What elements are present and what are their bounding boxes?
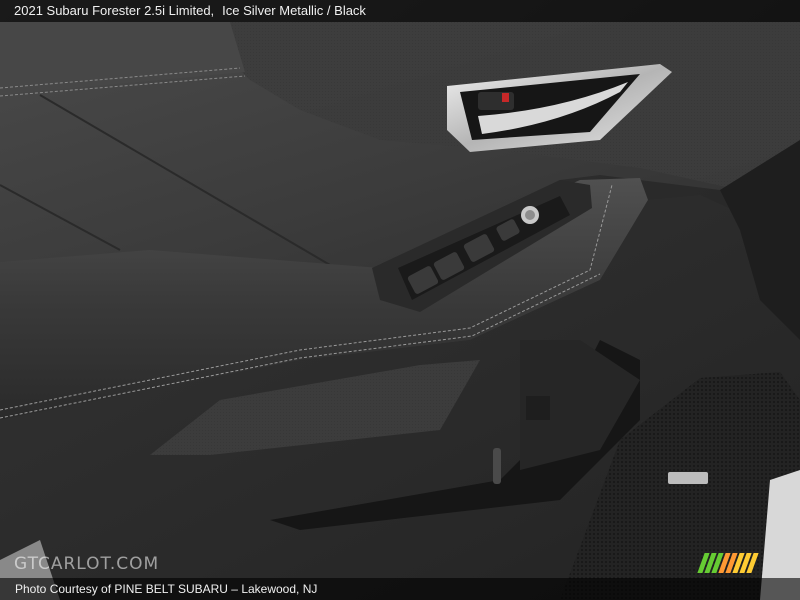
photo-credit: Photo Courtesy of PINE BELT SUBARU – Lak… (15, 582, 318, 596)
caption-bar: 2021 Subaru Forester 2.5i Limited, Ice Si… (0, 0, 800, 22)
car-door-interior-photo (0, 0, 800, 600)
vehicle-title: 2021 Subaru Forester 2.5i Limited, (14, 3, 215, 18)
photo-credit-bar: Photo Courtesy of PINE BELT SUBARU – Lak… (0, 578, 800, 600)
site-watermark: GTCARLOT.COM (14, 554, 160, 574)
logo-stripes-icon (697, 553, 759, 573)
vehicle-color: Ice Silver Metallic / Black (222, 3, 366, 18)
